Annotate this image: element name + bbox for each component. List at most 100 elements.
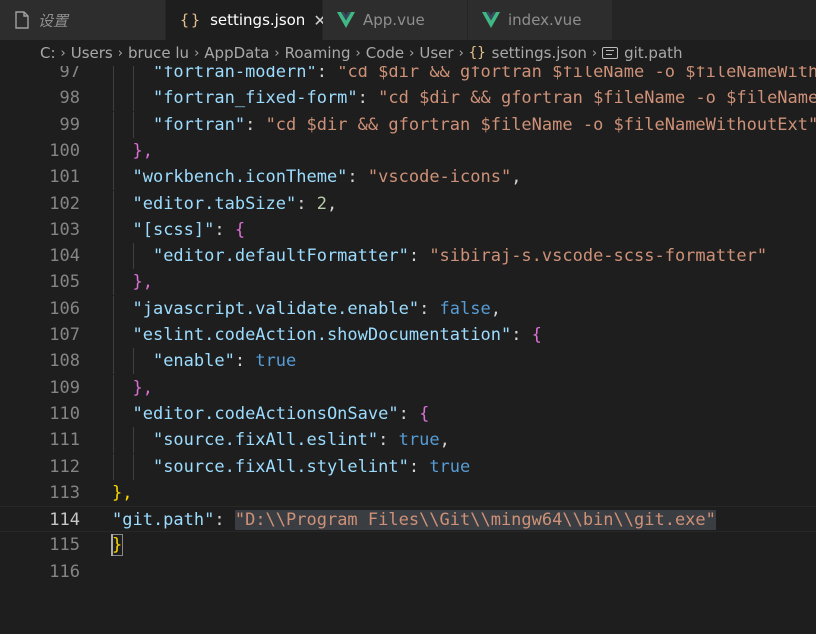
- tab-settings-ui[interactable]: 设置: [0, 0, 166, 40]
- bracket: },: [112, 482, 133, 503]
- code-line[interactable]: 103 "[scss]": {: [0, 216, 816, 243]
- tab-settings-json[interactable]: {} settings.json ✕: [166, 0, 327, 40]
- code-token: "eslint.codeAction.showDocumentation": [132, 325, 512, 345]
- line-number: 113: [49, 482, 80, 503]
- code-line[interactable]: 107 "eslint.codeAction.showDocumentation…: [0, 322, 816, 348]
- code-line[interactable]: 111 "source.fixAll.eslint": true,: [0, 427, 816, 454]
- tab-label: index.vue: [508, 11, 582, 29]
- code-token: :: [408, 456, 430, 477]
- breadcrumb-item[interactable]: AppData: [204, 44, 269, 62]
- code-text: "javascript.validate.enable": false,: [112, 296, 501, 322]
- code-token: :: [398, 403, 420, 424]
- code-line[interactable]: 99 "fortran": "cd $dir && gfortran $file…: [0, 111, 816, 138]
- line-number: 108: [49, 351, 80, 372]
- code-line[interactable]: 110 "editor.codeActionsOnSave": {: [0, 400, 816, 427]
- code-token: "D:\\Program Files\\Git\\mingw64\\bin\\g…: [234, 510, 716, 531]
- line-number: 102: [49, 193, 80, 214]
- breadcrumb-file-label: settings.json: [491, 44, 587, 62]
- line-number: 109: [49, 377, 80, 398]
- code-text: "editor.defaultFormatter": "sibiraj-s.vs…: [112, 243, 767, 269]
- tab-index-vue[interactable]: index.vue: [468, 0, 613, 40]
- tab-app-vue[interactable]: App.vue: [323, 0, 468, 40]
- code-text: "editor.codeActionsOnSave": {: [112, 401, 429, 427]
- code-line[interactable]: 108 "enable": true: [0, 348, 816, 375]
- code-token: false: [439, 298, 491, 319]
- code-line[interactable]: 98 "fortran_fixed-form": "cd $dir && gfo…: [0, 85, 816, 112]
- breadcrumb-item[interactable]: Code: [366, 44, 404, 62]
- code-line[interactable]: 114 "git.path": "D:\\Program Files\\Git\\…: [0, 506, 816, 533]
- code-token: 2: [316, 193, 327, 214]
- breadcrumb-item[interactable]: bruce lu: [128, 44, 189, 62]
- code-text: "editor.tabSize": 2,: [112, 191, 337, 217]
- code-line[interactable]: 101 "workbench.iconTheme": "vscode-icons…: [0, 164, 816, 191]
- code-token: :: [296, 193, 317, 214]
- line-number: 97: [59, 66, 80, 82]
- breadcrumb-item[interactable]: C:: [40, 44, 56, 62]
- code-line[interactable]: 112 "source.fixAll.stylelint": true: [0, 453, 816, 480]
- code-text: },: [112, 138, 153, 164]
- line-number: 107: [49, 325, 80, 345]
- code-token: "fortran": [152, 114, 246, 135]
- code-line[interactable]: 113},: [0, 480, 816, 506]
- code-token: "cd $dir && gfortran $fileName -o $fileN…: [378, 88, 816, 109]
- line-number: 110: [49, 403, 80, 424]
- code-token: "javascript.validate.enable": [132, 298, 420, 319]
- line-number: 100: [49, 140, 80, 161]
- code-editor[interactable]: 97 "fortran-modern": "cd $dir && gfortra…: [0, 66, 816, 634]
- code-token: :: [408, 246, 430, 267]
- code-line[interactable]: 116: [0, 559, 816, 585]
- breadcrumb-separator: ›: [355, 45, 361, 61]
- code-text: }: [110, 532, 124, 558]
- code-line[interactable]: 104 "editor.defaultFormatter": "sibiraj-…: [0, 243, 816, 270]
- code-token: "fortran-modern": [152, 66, 317, 82]
- code-token: ,: [511, 167, 522, 188]
- code-token: "fortran_fixed-form": [152, 88, 358, 109]
- code-line[interactable]: 115}: [0, 532, 816, 558]
- breadcrumb-item[interactable]: User: [419, 44, 453, 62]
- line-number: 112: [49, 456, 80, 477]
- code-line[interactable]: 105 },: [0, 269, 816, 296]
- json-braces-icon: {}: [468, 45, 486, 61]
- breadcrumb-symbol[interactable]: git.path: [602, 44, 683, 62]
- bracket: }: [110, 534, 124, 557]
- tab-label: settings.json: [210, 11, 306, 29]
- code-text: "git.path": "D:\\Program Files\\Git\\min…: [112, 507, 716, 533]
- code-token: :: [347, 167, 368, 188]
- code-line[interactable]: 100 },: [0, 137, 816, 164]
- breadcrumb-item[interactable]: Users: [71, 44, 113, 62]
- code-token: "source.fixAll.eslint": [152, 430, 379, 451]
- code-line[interactable]: 97 "fortran-modern": "cd $dir && gfortra…: [0, 66, 816, 85]
- tab-label: App.vue: [363, 11, 425, 29]
- code-line[interactable]: 109 },: [0, 374, 816, 401]
- code-text: },: [112, 375, 152, 401]
- code-token: ,: [490, 298, 501, 319]
- code-token: :: [419, 298, 440, 319]
- line-number: 106: [49, 298, 80, 319]
- code-line[interactable]: 106 "javascript.validate.enable": false,: [0, 295, 816, 322]
- line-number: 111: [49, 430, 80, 451]
- code-token: "vscode-icons": [367, 167, 512, 188]
- line-number: 116: [49, 561, 80, 582]
- breadcrumb-symbol-label: git.path: [624, 44, 683, 62]
- code-token: "[scss]": [132, 219, 215, 240]
- bracket: },: [132, 140, 153, 161]
- code-token: "source.fixAll.stylelint": [152, 456, 409, 477]
- breadcrumb-item[interactable]: Roaming: [285, 44, 351, 62]
- bracket: {: [419, 403, 430, 424]
- breadcrumb-file[interactable]: {} settings.json: [469, 44, 587, 62]
- code-token: :: [214, 510, 235, 531]
- code-line[interactable]: 102 "editor.tabSize": 2,: [0, 190, 816, 217]
- code-token: "editor.defaultFormatter": [152, 246, 409, 267]
- breadcrumb-separator: ›: [194, 45, 200, 61]
- line-number: 98: [59, 88, 80, 109]
